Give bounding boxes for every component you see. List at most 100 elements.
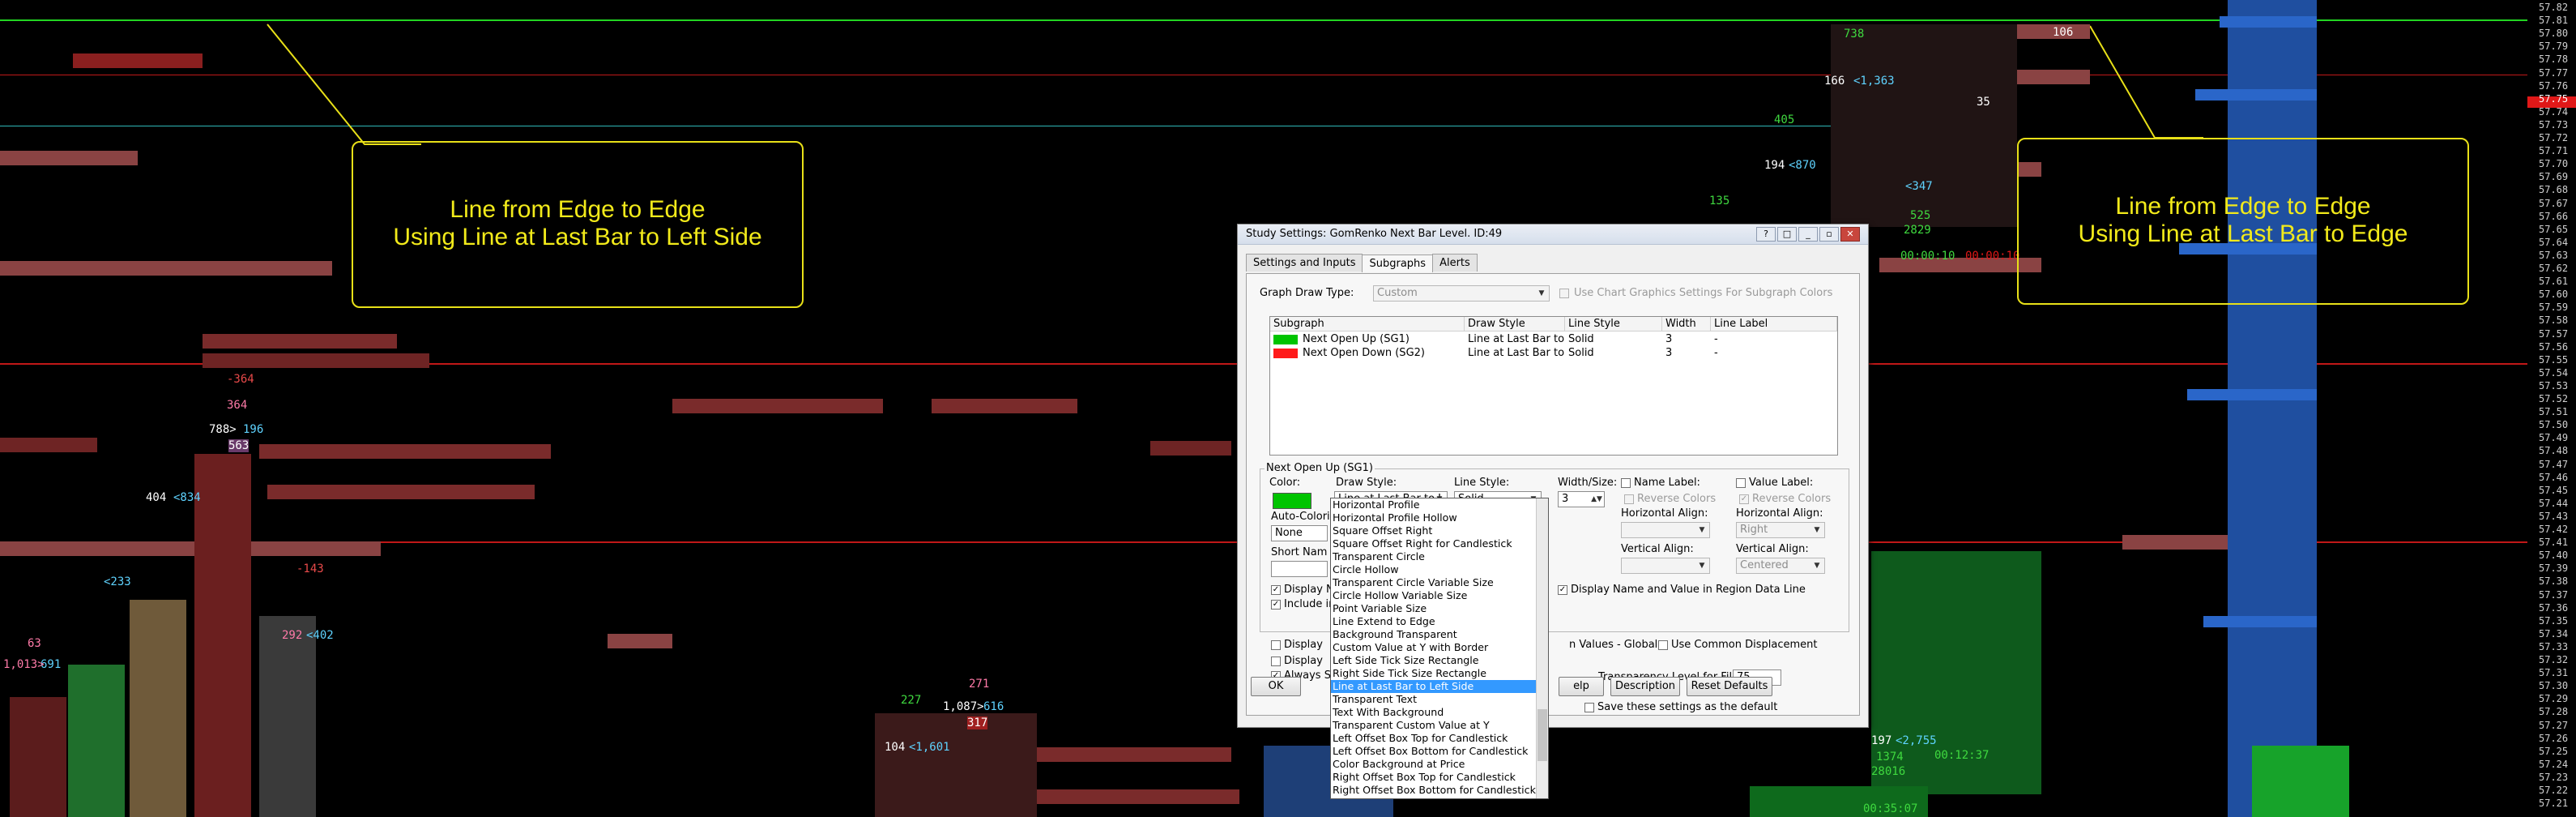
grid-header-width[interactable]: Width bbox=[1662, 317, 1711, 332]
price-label: 57.51 bbox=[2539, 406, 2569, 418]
chevron-down-icon: ▼ bbox=[1538, 289, 1545, 297]
short-name-label: Short Nam bbox=[1271, 546, 1328, 558]
price-label: 57.64 bbox=[2539, 236, 2569, 248]
price-label: 57.28 bbox=[2539, 706, 2569, 718]
grid-header-subgraph[interactable]: Subgraph bbox=[1270, 317, 1465, 332]
list-item[interactable]: Transparent Circle Variable Size bbox=[1331, 576, 1548, 589]
subgraph-grid[interactable]: Subgraph Draw Style Line Style Width Lin… bbox=[1269, 316, 1838, 456]
profile-bar bbox=[2203, 616, 2317, 627]
save-settings-default-checkbox[interactable] bbox=[1584, 703, 1594, 712]
tab-alerts[interactable]: Alerts bbox=[1432, 254, 1478, 272]
list-item[interactable]: Horizontal Profile bbox=[1331, 498, 1548, 511]
subgraph-draw-style: Line at Last Bar to ... bbox=[1468, 333, 1565, 345]
subgraph-color-swatch bbox=[1273, 349, 1298, 358]
price-label: 57.31 bbox=[2539, 667, 2569, 679]
name-horizontal-align-select[interactable]: ▼ bbox=[1621, 522, 1710, 538]
list-item[interactable]: Text With Background bbox=[1331, 706, 1548, 719]
restore-titlebar-button[interactable]: □ bbox=[1777, 227, 1797, 242]
spinner-icon[interactable]: ▲▼ bbox=[1591, 493, 1602, 506]
list-item[interactable]: Right Offset Box Bottom for Candlestick bbox=[1331, 784, 1548, 797]
use-common-displacement-checkbox[interactable] bbox=[1658, 640, 1668, 650]
color-picker[interactable] bbox=[1273, 493, 1311, 509]
display-b-checkbox[interactable] bbox=[1271, 657, 1281, 666]
chart-label: 2829 bbox=[1904, 224, 1931, 237]
tab-subgraphs[interactable]: Subgraphs bbox=[1362, 255, 1434, 272]
annotation-box-right: Line from Edge to Edge Using Line at Las… bbox=[2017, 138, 2469, 305]
chart-label: -364 bbox=[227, 373, 254, 386]
chart-label: 00:12:37 bbox=[1934, 749, 1990, 762]
table-row[interactable]: Next Open Up (SG1) Line at Last Bar to .… bbox=[1270, 333, 1837, 346]
display-name-value-region-checkbox[interactable]: ✓ bbox=[1558, 585, 1567, 595]
tab-settings-and-inputs[interactable]: Settings and Inputs bbox=[1246, 254, 1363, 272]
dialog-titlebar[interactable]: Study Settings: GomRenko Next Bar Level.… bbox=[1238, 225, 1868, 245]
list-item[interactable]: Left Side Tick Size Rectangle bbox=[1331, 654, 1548, 667]
chart-label: 194 bbox=[1764, 159, 1785, 172]
include-in-checkbox[interactable]: ✓ bbox=[1271, 600, 1281, 610]
value-vertical-align-select[interactable]: Centered ▼ bbox=[1736, 558, 1825, 574]
reset-defaults-button[interactable]: Reset Defaults bbox=[1687, 677, 1772, 696]
ok-button[interactable]: OK bbox=[1251, 677, 1301, 696]
list-item[interactable]: Left Offset Box Top for Candlestick bbox=[1331, 732, 1548, 745]
list-item[interactable]: Transparent Circle bbox=[1331, 550, 1548, 563]
dropdown-scrollbar[interactable] bbox=[1536, 498, 1548, 798]
grid-header-draw-style[interactable]: Draw Style bbox=[1465, 317, 1565, 332]
list-item[interactable]: Transparent Custom Value at Y bbox=[1331, 719, 1548, 732]
chart-label: 738 bbox=[1844, 28, 1865, 41]
reverse-colors-checkbox-name[interactable] bbox=[1624, 494, 1634, 504]
list-item[interactable]: Line Extend to Edge bbox=[1331, 615, 1548, 628]
list-item[interactable]: Line at Last Bar to Left Side bbox=[1331, 680, 1548, 693]
list-item[interactable]: Custom Value at Y with Border bbox=[1331, 641, 1548, 654]
list-item[interactable]: Square Offset Right for Candlestick bbox=[1331, 537, 1548, 550]
display-name-checkbox[interactable]: ✓ bbox=[1271, 585, 1281, 595]
annotation-box-left: Line from Edge to Edge Using Line at Las… bbox=[352, 141, 804, 308]
maximize-titlebar-button[interactable]: ▫ bbox=[1819, 227, 1839, 242]
list-item[interactable]: Left Offset Box Bottom for Candlestick bbox=[1331, 745, 1548, 758]
help-titlebar-button[interactable]: ? bbox=[1756, 227, 1776, 242]
graph-draw-type-select[interactable]: Custom ▼ bbox=[1373, 285, 1550, 302]
value-horizontal-align-select[interactable]: Right ▼ bbox=[1736, 522, 1825, 538]
description-button[interactable]: Description bbox=[1610, 677, 1680, 696]
scrollbar-thumb[interactable] bbox=[1537, 709, 1547, 761]
close-icon[interactable]: ✕ bbox=[1840, 227, 1860, 242]
price-label: 57.50 bbox=[2539, 419, 2569, 431]
subgraph-draw-style: Line at Last Bar to ... bbox=[1468, 347, 1565, 359]
table-row[interactable]: Next Open Down (SG2) Line at Last Bar to… bbox=[1270, 347, 1837, 360]
grid-header-line-style[interactable]: Line Style bbox=[1565, 317, 1662, 332]
name-label-checkbox[interactable] bbox=[1621, 478, 1631, 488]
annotation-right-line2: Using Line at Last Bar to Edge bbox=[2078, 220, 2408, 247]
list-item[interactable]: Circle Hollow Variable Size bbox=[1331, 589, 1548, 602]
short-name-input[interactable] bbox=[1271, 561, 1328, 577]
list-item[interactable]: Point Variable Size bbox=[1331, 602, 1548, 615]
list-item[interactable]: Square Offset Right bbox=[1331, 524, 1548, 537]
list-item[interactable]: Right Side Tick Size Rectangle bbox=[1331, 667, 1548, 680]
list-item[interactable]: Circle Hollow bbox=[1331, 563, 1548, 576]
help-button[interactable]: elp bbox=[1559, 677, 1604, 696]
value-label-label: Value Label: bbox=[1749, 477, 1814, 489]
price-label: 57.71 bbox=[2539, 145, 2569, 157]
price-label: 57.46 bbox=[2539, 471, 2569, 483]
price-label: 57.55 bbox=[2539, 353, 2569, 366]
use-chart-graphics-checkbox[interactable] bbox=[1559, 289, 1569, 298]
list-item[interactable]: Color Background at Price bbox=[1331, 758, 1548, 771]
grid-header-line-label[interactable]: Line Label bbox=[1711, 317, 1837, 332]
minimize-titlebar-button[interactable]: _ bbox=[1798, 227, 1818, 242]
chart-label: 00:00:10 bbox=[1900, 250, 1955, 263]
draw-style-dropdown-list[interactable]: Horizontal Profile Horizontal Profile Hol… bbox=[1330, 498, 1549, 799]
value-label-checkbox[interactable] bbox=[1736, 478, 1746, 488]
list-item[interactable]: Horizontal Profile Hollow bbox=[1331, 511, 1548, 524]
width-size-stepper[interactable]: 3 ▲▼ bbox=[1558, 491, 1605, 507]
chevron-down-icon: ▼ bbox=[1814, 562, 1820, 570]
chart-label: <2,755 bbox=[1896, 734, 1937, 747]
list-item[interactable]: Right Offset Box Top for Candlestick bbox=[1331, 771, 1548, 784]
display-a-checkbox[interactable] bbox=[1271, 640, 1281, 650]
list-item[interactable]: Background Transparent bbox=[1331, 628, 1548, 641]
subgraph-line-label: - bbox=[1714, 347, 1718, 359]
name-vertical-align-select[interactable]: ▼ bbox=[1621, 558, 1710, 574]
list-item[interactable]: Transparent Text bbox=[1331, 693, 1548, 706]
auto-coloring-select[interactable]: None bbox=[1271, 525, 1328, 541]
reverse-colors-checkbox-value[interactable]: ✓ bbox=[1739, 494, 1749, 504]
green-profile-tail bbox=[2252, 746, 2349, 817]
volume-bar bbox=[1150, 441, 1231, 456]
vertical-align-label-name: Vertical Align: bbox=[1621, 543, 1694, 555]
use-common-displacement-label: Use Common Displacement bbox=[1671, 639, 1818, 651]
